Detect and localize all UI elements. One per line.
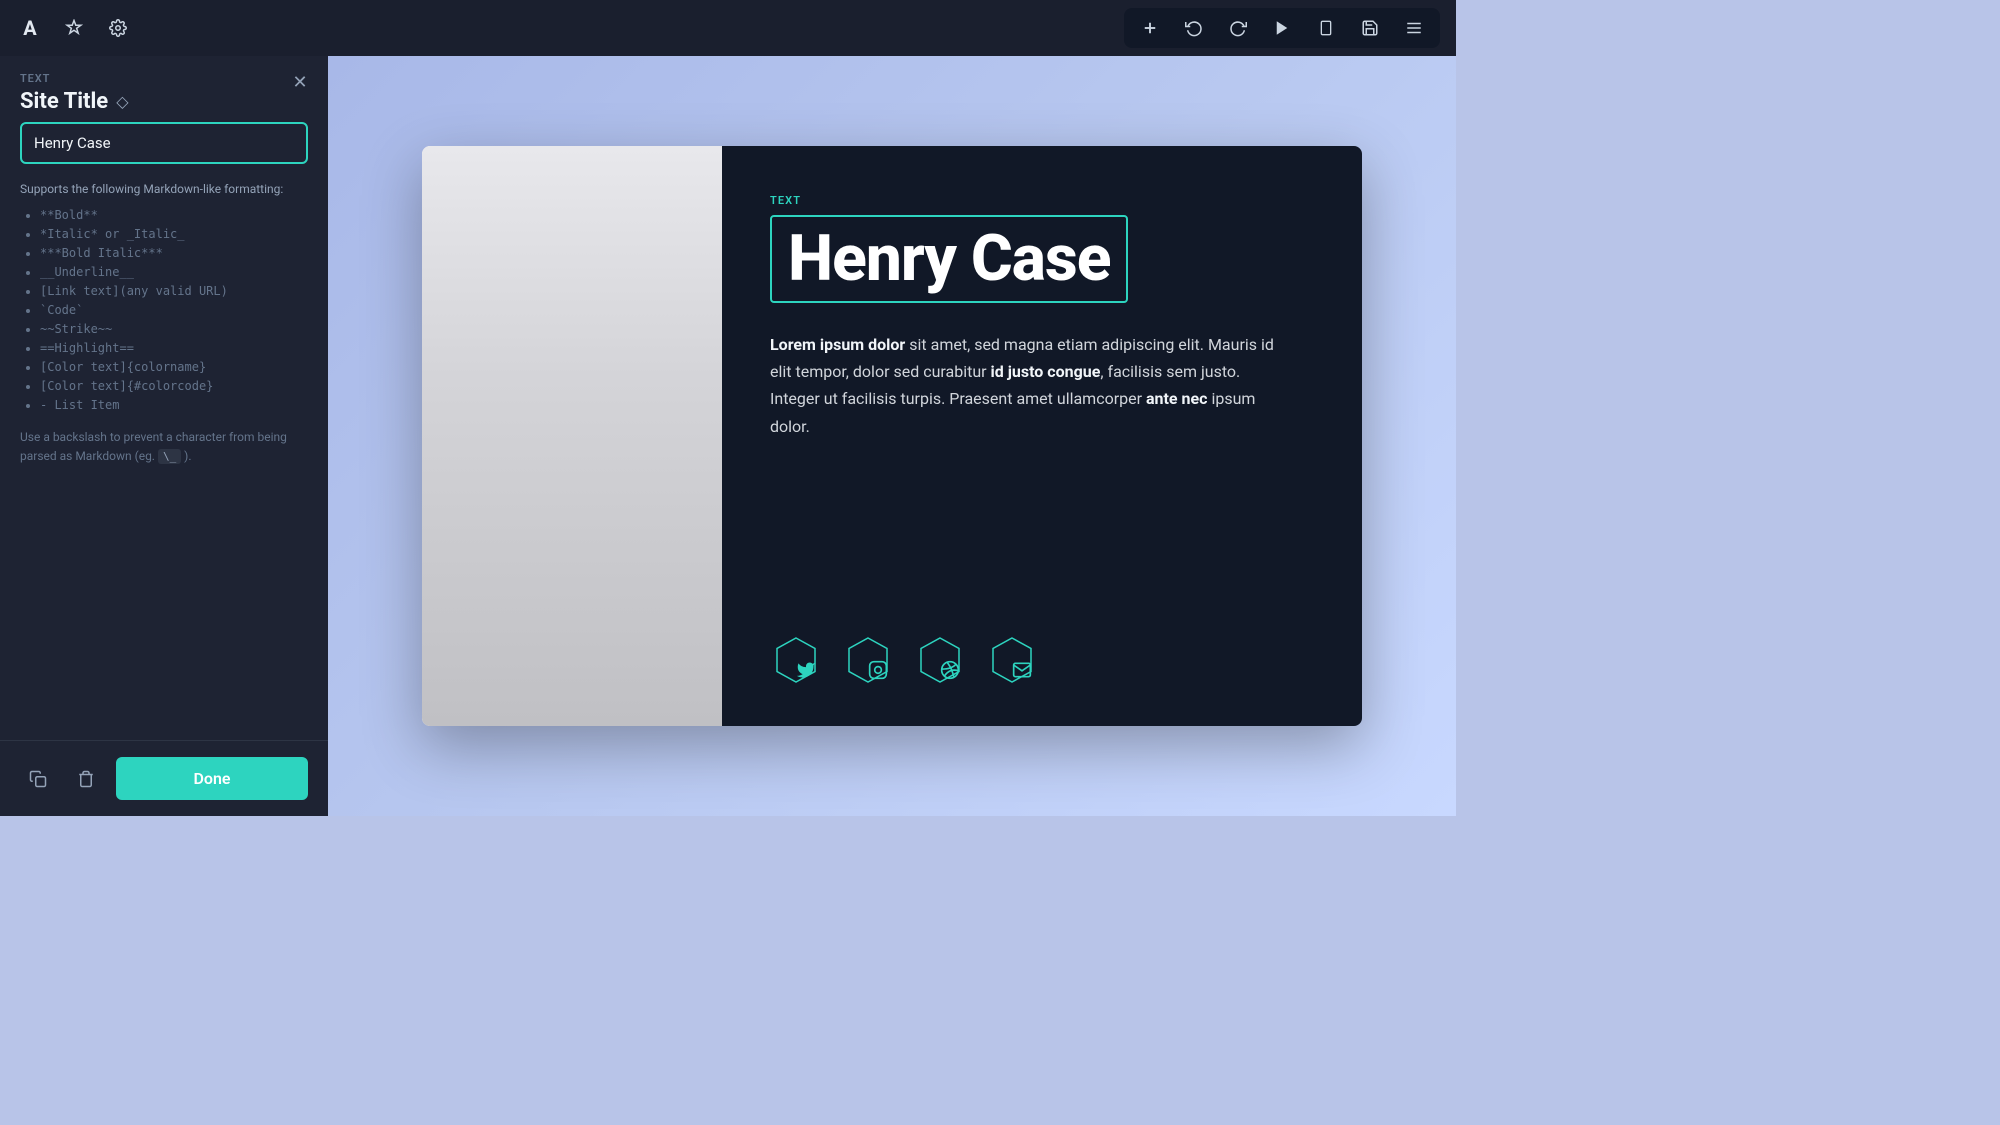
markdown-help: Supports the following Markdown-like for… [0,180,328,740]
mobile-icon[interactable] [1312,14,1340,42]
list-item: **Bold** [40,208,308,222]
markdown-list: **Bold** *Italic* or _Italic_ ***Bold It… [20,208,308,412]
save-icon[interactable] [1356,14,1384,42]
list-item: __Underline__ [40,265,308,279]
done-button[interactable]: Done [116,757,308,800]
person-figure [422,146,722,726]
panel-label: TEXT [20,72,308,85]
play-icon[interactable] [1268,14,1296,42]
card-title: Henry Case [788,227,1110,291]
list-item: `Code` [40,303,308,317]
photo-background [422,146,722,726]
card-content: TEXT Henry Case Lorem ipsum dolor sit am… [722,146,1362,726]
duplicate-button[interactable] [20,761,56,797]
logo-icon[interactable]: A [16,14,44,42]
pin-icon[interactable] [60,14,88,42]
close-button[interactable]: ✕ [288,70,312,94]
list-item: [Color text]{#colorcode} [40,379,308,393]
redo-icon[interactable] [1224,14,1252,42]
input-section [0,122,328,180]
left-panel: TEXT Site Title ◇ ✕ Supports the followi… [0,56,328,816]
markdown-footer: Use a backslash to prevent a character f… [20,428,308,466]
body-text-bold-1: Lorem ipsum dolor [770,335,905,354]
diamond-icon: ◇ [116,92,128,111]
twitter-icon-button[interactable] [770,634,822,686]
list-item: [Color text]{colorname} [40,360,308,374]
toolbar: A [0,0,1456,56]
card-body-text: Lorem ipsum dolor sit amet, sed magna et… [770,331,1290,440]
main-layout: TEXT Site Title ◇ ✕ Supports the followi… [0,56,1456,816]
canvas-area: TEXT Henry Case Lorem ipsum dolor sit am… [328,56,1456,816]
hamburger-icon[interactable] [1400,14,1428,42]
panel-header: TEXT Site Title ◇ [0,56,328,122]
toolbar-left: A [16,14,132,42]
kbd-example: \_ [158,449,181,464]
card-top: TEXT Henry Case Lorem ipsum dolor sit am… [770,194,1314,440]
card-icons [770,634,1314,686]
list-item: - List Item [40,398,308,412]
dribbble-icon-button[interactable] [914,634,966,686]
panel-title-row: Site Title ◇ [20,89,308,114]
body-text-bold-2: id justo congue [991,362,1101,381]
delete-button[interactable] [68,761,104,797]
add-icon[interactable] [1136,14,1164,42]
list-item: ***Bold Italic*** [40,246,308,260]
list-item: [Link text](any valid URL) [40,284,308,298]
settings-icon[interactable] [104,14,132,42]
list-item: *Italic* or _Italic_ [40,227,308,241]
card-text-label: TEXT [770,194,1314,207]
panel-footer: Done [0,740,328,816]
instagram-icon-button[interactable] [842,634,894,686]
site-title-input[interactable] [20,122,308,164]
undo-icon[interactable] [1180,14,1208,42]
card-photo [422,146,722,726]
toolbar-right [1124,8,1440,48]
body-text-bold-3: ante nec [1146,389,1208,408]
markdown-help-title: Supports the following Markdown-like for… [20,180,308,198]
list-item: ==Highlight== [40,341,308,355]
list-item: ~~Strike~~ [40,322,308,336]
card-title-wrapper[interactable]: Henry Case [770,215,1128,303]
email-icon-button[interactable] [986,634,1038,686]
card: TEXT Henry Case Lorem ipsum dolor sit am… [422,146,1362,726]
panel-title: Site Title [20,89,108,114]
